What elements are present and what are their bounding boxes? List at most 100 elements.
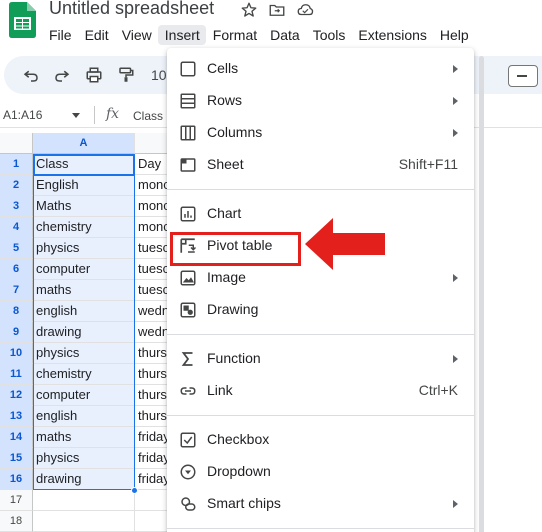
star-icon[interactable] — [240, 1, 258, 19]
submenu-arrow-icon — [453, 129, 458, 137]
menu-item-smart-chips[interactable]: Smart chips — [167, 488, 474, 520]
drawing-icon — [179, 301, 197, 319]
menu-item-label: Cells — [207, 60, 239, 76]
row-header[interactable]: 17 — [0, 490, 33, 511]
undo-button[interactable] — [22, 66, 40, 84]
menubar: File Edit View Insert Format Data Tools … — [42, 25, 475, 45]
row-header[interactable]: 13 — [0, 406, 33, 427]
menu-item-label: Image — [207, 269, 246, 285]
cloud-saved-icon[interactable] — [296, 1, 314, 19]
cell-a[interactable]: computer — [33, 385, 135, 406]
row-header[interactable]: 8 — [0, 301, 33, 322]
menu-item-link[interactable]: Link Ctrl+K — [167, 375, 474, 407]
cell-a[interactable]: chemistry — [33, 217, 135, 238]
menu-help[interactable]: Help — [433, 25, 475, 45]
row-header[interactable]: 15 — [0, 448, 33, 469]
cell-a[interactable]: English — [33, 175, 135, 196]
row-header[interactable]: 11 — [0, 364, 33, 385]
menu-data[interactable]: Data — [263, 25, 306, 45]
cell-a[interactable]: drawing — [33, 322, 135, 343]
cell-a[interactable]: english — [33, 406, 135, 427]
menu-edit[interactable]: Edit — [78, 25, 115, 45]
print-button[interactable] — [85, 66, 103, 84]
zoom-select[interactable]: 10 — [151, 67, 167, 83]
row-header[interactable]: 5 — [0, 238, 33, 259]
menu-item-label: Rows — [207, 92, 243, 108]
cell-a[interactable]: Maths — [33, 196, 135, 217]
move-folder-icon[interactable] — [268, 1, 286, 19]
cell-a[interactable]: physics — [33, 343, 135, 364]
cell-a[interactable]: Class — [33, 154, 135, 175]
row-header[interactable]: 14 — [0, 427, 33, 448]
menu-extensions[interactable]: Extensions — [351, 25, 432, 45]
cell-a[interactable]: computer — [33, 259, 135, 280]
menu-item-checkbox[interactable]: Checkbox — [167, 424, 474, 456]
menu-item-columns[interactable]: Columns — [167, 117, 474, 149]
redo-button[interactable] — [53, 66, 71, 84]
menu-item-dropdown[interactable]: Dropdown — [167, 456, 474, 488]
dropdown-icon — [179, 463, 197, 481]
menu-item-label: Drawing — [207, 301, 259, 317]
sheet-icon — [179, 156, 197, 174]
menu-view[interactable]: View — [115, 25, 158, 45]
menu-item-rows[interactable]: Rows — [167, 85, 474, 117]
cells-icon — [179, 60, 197, 78]
document-title[interactable]: Untitled spreadsheet — [49, 0, 214, 19]
pivot-table-highlight-box — [170, 232, 301, 266]
cell-a[interactable]: physics — [33, 238, 135, 259]
undo-icon — [23, 70, 38, 82]
name-box[interactable]: A1:A16 — [3, 108, 42, 122]
submenu-arrow-icon — [453, 65, 458, 73]
cell-a[interactable]: maths — [33, 427, 135, 448]
name-box-dropdown-icon[interactable] — [72, 113, 80, 118]
cell-a[interactable]: physics — [33, 448, 135, 469]
menu-item-sheet[interactable]: Sheet Shift+F11 — [167, 149, 474, 181]
menu-item-shortcut: Ctrl+K — [418, 382, 458, 398]
print-icon — [86, 67, 102, 83]
menu-format[interactable]: Format — [206, 25, 263, 45]
link-icon — [179, 382, 197, 400]
row-header[interactable]: 1 — [0, 154, 33, 175]
menu-insert[interactable]: Insert — [157, 25, 206, 45]
fill-handle[interactable] — [131, 487, 138, 494]
insert-menu: Cells Rows Columns Sheet Shift+F11 Chart Pivot… — [167, 48, 484, 532]
cell-a[interactable]: maths — [33, 280, 135, 301]
row-header[interactable]: 2 — [0, 175, 33, 196]
formula-input[interactable]: Class — [133, 109, 163, 123]
column-header-a[interactable]: A — [33, 133, 135, 154]
menu-item-cells[interactable]: Cells — [167, 53, 474, 85]
row-header[interactable]: 18 — [0, 511, 33, 532]
menu-item-label: Function — [207, 350, 261, 366]
row-header[interactable]: 6 — [0, 259, 33, 280]
menu-divider — [167, 528, 474, 529]
menu-item-label: Link — [207, 382, 233, 398]
row-header[interactable]: 9 — [0, 322, 33, 343]
menu-item-label: Chart — [207, 205, 242, 221]
sigma-icon — [179, 350, 197, 368]
menu-item-drawing[interactable]: Drawing — [167, 294, 474, 326]
row-header[interactable]: 7 — [0, 280, 33, 301]
cell-a[interactable] — [33, 511, 135, 532]
menu-divider — [167, 415, 474, 416]
menu-scrollbar[interactable] — [479, 56, 484, 532]
paint-format-button[interactable] — [117, 66, 135, 84]
cell-a[interactable] — [33, 490, 135, 511]
menu-file[interactable]: File — [42, 25, 78, 45]
google-sheets-logo-icon[interactable] — [9, 2, 36, 38]
cell-a[interactable]: drawing — [33, 469, 135, 490]
row-header[interactable]: 4 — [0, 217, 33, 238]
row-header[interactable]: 10 — [0, 343, 33, 364]
menu-divider — [167, 334, 474, 335]
row-header[interactable]: 16 — [0, 469, 33, 490]
cell-a[interactable]: english — [33, 301, 135, 322]
minus-icon — [517, 75, 527, 77]
row-header[interactable]: 12 — [0, 385, 33, 406]
menu-item-function[interactable]: Function — [167, 343, 474, 375]
select-all-corner[interactable] — [0, 133, 33, 154]
submenu-arrow-icon — [453, 355, 458, 363]
menu-tools[interactable]: Tools — [306, 25, 352, 45]
row-header[interactable]: 3 — [0, 196, 33, 217]
decrease-font-size-button[interactable] — [508, 65, 538, 87]
rows-icon — [179, 92, 197, 110]
cell-a[interactable]: chemistry — [33, 364, 135, 385]
